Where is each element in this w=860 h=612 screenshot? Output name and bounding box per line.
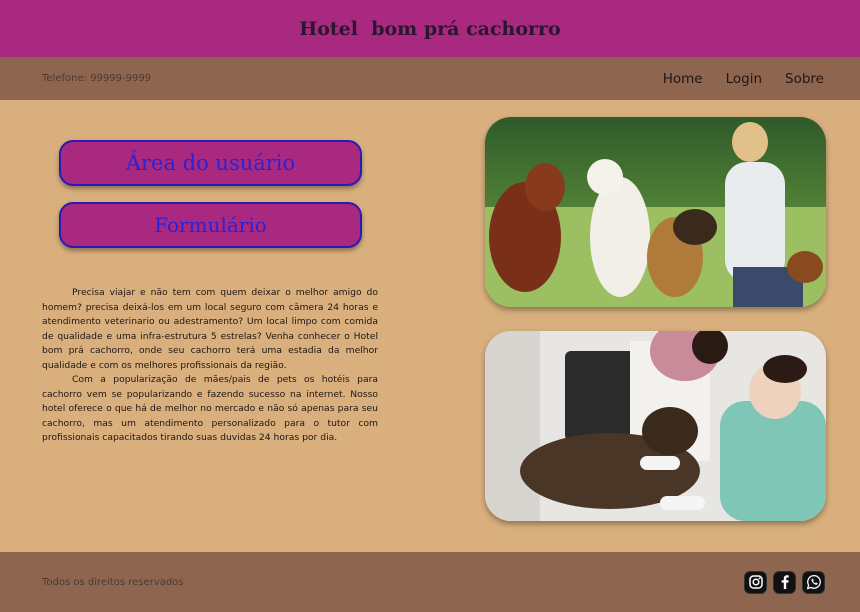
intro-paragraph-2: Com a popularização de mães/pais de pets… — [42, 374, 378, 443]
site-title: Hotel bom prá cachorro — [299, 17, 561, 40]
whatsapp-icon[interactable] — [802, 570, 825, 594]
nav-link-login[interactable]: Login — [726, 71, 762, 87]
instagram-icon[interactable] — [744, 570, 767, 594]
nav-link-sobre[interactable]: Sobre — [785, 71, 824, 87]
nav-bar: Telefone: 99999-9999 Home Login Sobre — [0, 57, 860, 100]
phone-number: Telefone: 99999-9999 — [42, 73, 152, 84]
dogs-playing-image — [485, 117, 826, 307]
intro-text: Precisa viajar e não tem com quem deixar… — [42, 286, 378, 446]
copyright-text: Todos os direitos reservados — [42, 576, 184, 588]
vet-care-image — [485, 331, 826, 521]
nav-link-home[interactable]: Home — [663, 71, 703, 87]
site-footer: Todos os direitos reservados — [0, 552, 860, 612]
dogs-playing-photo — [485, 117, 826, 307]
intro-paragraph-1: Precisa viajar e não tem com quem deixar… — [42, 287, 378, 371]
nav-links: Home Login Sobre — [663, 71, 824, 87]
form-button[interactable]: Formulário — [59, 202, 362, 248]
social-links — [744, 570, 825, 594]
user-area-button[interactable]: Área do usuário — [59, 140, 362, 186]
vet-care-photo — [485, 331, 826, 521]
facebook-icon[interactable] — [773, 570, 796, 594]
site-header: Hotel bom prá cachorro — [0, 0, 860, 57]
